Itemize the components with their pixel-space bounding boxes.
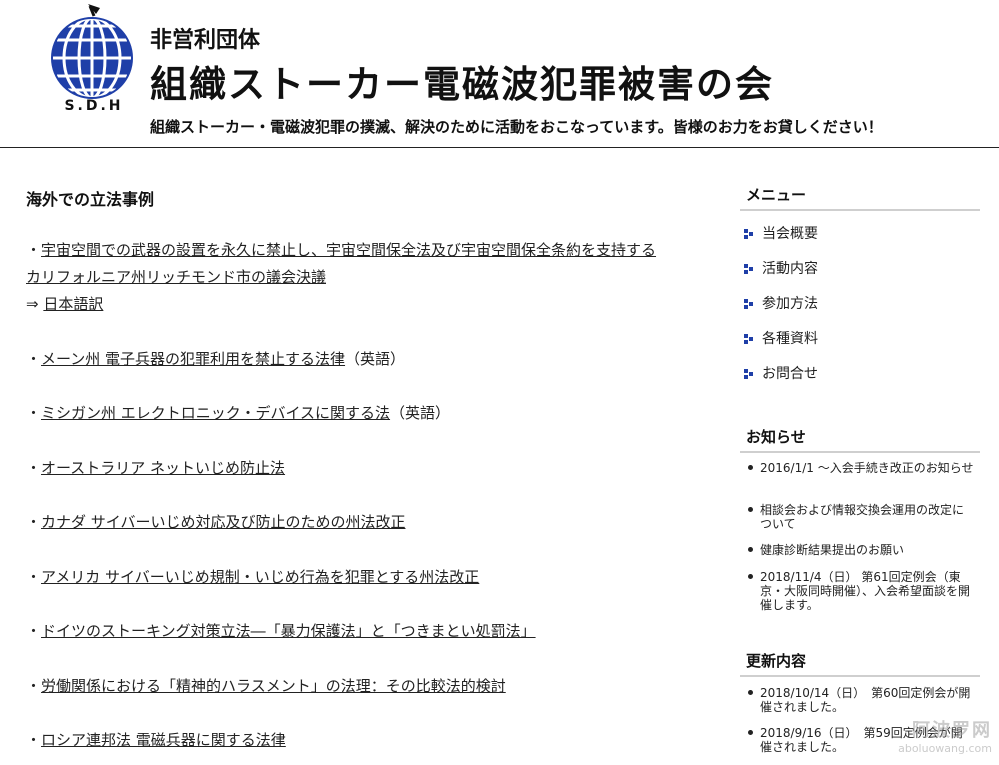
bullet: ・ bbox=[26, 350, 42, 368]
bullet: ・ bbox=[26, 622, 42, 640]
sidebar-item-activities[interactable]: 活動内容 bbox=[740, 260, 980, 282]
menu-heading: メニュー bbox=[740, 184, 980, 211]
bullet: ・ bbox=[26, 241, 42, 259]
language-note: （英語） bbox=[345, 350, 406, 368]
bullet: ・ bbox=[26, 731, 42, 749]
list-item: ・ミシガン州 エレクトロニック・デバイスに関する法（英語） bbox=[26, 400, 450, 427]
watermark: 阿波罗网 aboluowang.com bbox=[842, 716, 992, 762]
sidebar-item-label: 参加方法 bbox=[762, 296, 818, 312]
bullet-dot bbox=[748, 547, 753, 552]
arrow-bullet-icon bbox=[744, 229, 753, 239]
sidebar-item-label: 当会概要 bbox=[762, 226, 818, 242]
list-item: ・メーン州 電子兵器の犯罪利用を禁止する法律（英語） bbox=[26, 346, 405, 373]
watermark-url: aboluowang.com bbox=[898, 742, 992, 755]
news-heading: お知らせ bbox=[740, 426, 980, 453]
bullet-dot bbox=[748, 574, 753, 579]
site-header: S.D.H 非営利団体 組織ストーカー電磁波犯罪被害の会 組織ストーカー・電磁波… bbox=[0, 0, 999, 148]
arrow-bullet-icon bbox=[744, 369, 753, 379]
bullet: ・ bbox=[26, 568, 42, 586]
news-text: 2018/11/4（日） 第61回定例会（東京・大阪同時開催）、入会希望面談を開… bbox=[760, 570, 971, 612]
update-text: 2018/10/14（日） 第60回定例会が開催されました。 bbox=[760, 686, 971, 714]
bullet: ・ bbox=[26, 513, 42, 531]
arrow-bullet-icon bbox=[744, 334, 753, 344]
list-item: ・オーストラリア ネットいじめ防止法 bbox=[26, 455, 285, 482]
translation-link[interactable]: 日本語訳 bbox=[43, 295, 103, 313]
sidebar-item-label: 各種資料 bbox=[762, 331, 818, 347]
sidebar-item-documents[interactable]: 各種資料 bbox=[740, 330, 980, 352]
sidebar-item-about[interactable]: 当会概要 bbox=[740, 225, 980, 247]
arrow-bullet: ⇒ bbox=[26, 295, 44, 313]
law-link[interactable]: ロシア連邦法 電磁兵器に関する法律 bbox=[41, 731, 286, 749]
law-link[interactable]: 労働関係における「精神的ハラスメント」の法理：その比較法的検討 bbox=[41, 677, 506, 695]
site-title[interactable]: 組織ストーカー電磁波犯罪被害の会 bbox=[150, 54, 774, 108]
law-link[interactable]: ミシガン州 エレクトロニック・デバイスに関する法 bbox=[41, 404, 390, 422]
list-item: ・カナダ サイバーいじめ対応及び防止のための州法改正 bbox=[26, 509, 406, 536]
bullet-dot bbox=[748, 465, 753, 470]
news-text: 健康診断結果提出のお願い bbox=[760, 543, 905, 557]
law-link[interactable]: 宇宙空間での武器の設置を永久に禁止し、宇宙空間保全法及び宇宙空間保全条約を支持す… bbox=[41, 241, 656, 259]
bullet: ・ bbox=[26, 404, 42, 422]
page-title: 海外での立法事例 bbox=[26, 190, 155, 209]
law-link[interactable]: カナダ サイバーいじめ対応及び防止のための州法改正 bbox=[41, 513, 405, 531]
bullet: ・ bbox=[26, 677, 42, 695]
tagline: 組織ストーカー・電磁波犯罪の撲滅、解決のために活動をおこなっています。皆様のお力… bbox=[150, 118, 883, 136]
sidebar-item-label: お問合せ bbox=[762, 366, 818, 382]
law-link[interactable]: ドイツのストーキング対策立法―「暴力保護法」と「つきまとい処罰法」 bbox=[41, 622, 536, 640]
list-item: ・労働関係における「精神的ハラスメント」の法理：その比較法的検討 bbox=[26, 673, 506, 700]
sidebar-item-label: 活動内容 bbox=[762, 261, 818, 277]
bullet-dot bbox=[748, 730, 753, 735]
news-text: 2016/1/1 ～入会手続き改正のお知らせ bbox=[760, 461, 974, 475]
law-link[interactable]: カリフォルニア州リッチモンド市の議会決議 bbox=[26, 268, 326, 286]
list-item: ・アメリカ サイバーいじめ規制・いじめ行為を犯罪とする州法改正 bbox=[26, 564, 479, 591]
sidebar-item-contact[interactable]: お問合せ bbox=[740, 365, 980, 387]
updates-heading: 更新内容 bbox=[740, 650, 980, 677]
org-type: 非営利団体 bbox=[150, 28, 261, 53]
law-link[interactable]: オーストラリア ネットいじめ防止法 bbox=[41, 459, 285, 477]
logo-caption: S.D.H bbox=[64, 98, 124, 114]
law-link[interactable]: アメリカ サイバーいじめ規制・いじめ行為を犯罪とする州法改正 bbox=[41, 568, 479, 586]
header-divider bbox=[0, 147, 999, 148]
bullet-dot bbox=[748, 507, 753, 512]
watermark-title: 阿波罗网 bbox=[912, 720, 992, 741]
law-link[interactable]: メーン州 電子兵器の犯罪利用を禁止する法律 bbox=[41, 350, 345, 368]
news-text: 相談会および情報交換会運用の改定について bbox=[760, 503, 965, 531]
sidebar-item-join[interactable]: 参加方法 bbox=[740, 295, 980, 317]
list-item: ・ドイツのストーキング対策立法―「暴力保護法」と「つきまとい処罰法」 bbox=[26, 618, 536, 645]
list-item: ⇒ 日本語訳 bbox=[26, 291, 103, 318]
language-note: （英語） bbox=[390, 404, 451, 422]
bullet: ・ bbox=[26, 459, 42, 477]
bullet-dot bbox=[748, 690, 753, 695]
list-item: ・ロシア連邦法 電磁兵器に関する法律 bbox=[26, 727, 286, 754]
sdh-globe-logo[interactable]: S.D.H bbox=[44, 4, 144, 120]
list-item: カリフォルニア州リッチモンド市の議会決議 bbox=[26, 264, 326, 291]
arrow-bullet-icon bbox=[744, 299, 753, 309]
arrow-bullet-icon bbox=[744, 264, 753, 274]
list-item: ・宇宙空間での武器の設置を永久に禁止し、宇宙空間保全法及び宇宙空間保全条約を支持… bbox=[26, 237, 656, 264]
